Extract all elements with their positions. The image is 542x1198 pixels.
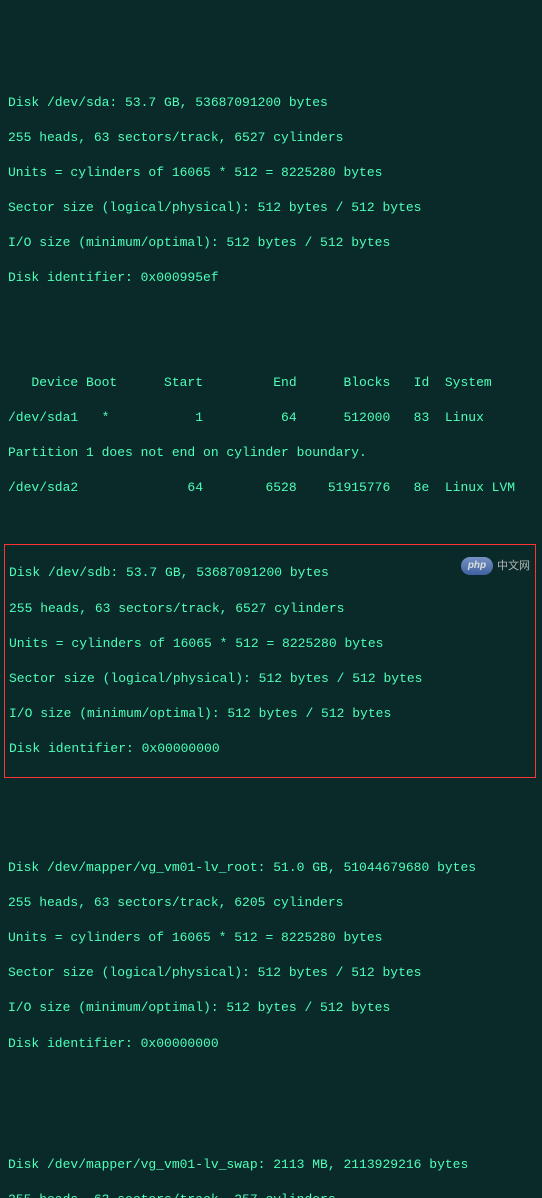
partition-row-sda1: /dev/sda1 * 1 64 512000 83 Linux — [8, 409, 534, 427]
watermark-text: 中文网 — [497, 559, 530, 574]
disk-sda-io-size: I/O size (minimum/optimal): 512 bytes / … — [8, 234, 534, 252]
disk-lvroot-geometry: 255 heads, 63 sectors/track, 6205 cylind… — [8, 894, 534, 912]
disk-lvroot-io-size: I/O size (minimum/optimal): 512 bytes / … — [8, 999, 534, 1017]
watermark: php 中文网 — [461, 557, 530, 575]
disk-lvroot-header: Disk /dev/mapper/vg_vm01-lv_root: 51.0 G… — [8, 859, 534, 877]
disk-lvswap-header: Disk /dev/mapper/vg_vm01-lv_swap: 2113 M… — [8, 1156, 534, 1174]
disk-sdb-identifier: Disk identifier: 0x00000000 — [9, 740, 535, 758]
partition-boundary-warning: Partition 1 does not end on cylinder bou… — [8, 444, 534, 462]
disk-sdb-geometry: 255 heads, 63 sectors/track, 6527 cylind… — [9, 600, 535, 618]
php-logo-icon: php — [461, 557, 493, 575]
disk-sdb-header: Disk /dev/sdb: 53.7 GB, 53687091200 byte… — [9, 564, 535, 582]
disk-sda-units: Units = cylinders of 16065 * 512 = 82252… — [8, 164, 534, 182]
disk-sda-geometry: 255 heads, 63 sectors/track, 6527 cylind… — [8, 129, 534, 147]
disk-lvswap-geometry: 255 heads, 63 sectors/track, 257 cylinde… — [8, 1191, 534, 1198]
partition-table: Device Boot Start End Blocks Id System /… — [8, 356, 534, 514]
disk-sda-sector-size: Sector size (logical/physical): 512 byte… — [8, 199, 534, 217]
partition-table-header: Device Boot Start End Blocks Id System — [8, 374, 534, 392]
disk-sda-header: Disk /dev/sda: 53.7 GB, 53687091200 byte… — [8, 94, 534, 112]
disk-lvroot-block: Disk /dev/mapper/vg_vm01-lv_root: 51.0 G… — [8, 842, 534, 1070]
highlighted-disk-sdb: Disk /dev/sdb: 53.7 GB, 53687091200 byte… — [4, 544, 536, 778]
disk-lvroot-sector-size: Sector size (logical/physical): 512 byte… — [8, 964, 534, 982]
disk-sdb-io-size: I/O size (minimum/optimal): 512 bytes / … — [9, 705, 535, 723]
disk-sdb-units: Units = cylinders of 16065 * 512 = 82252… — [9, 635, 535, 653]
disk-lvroot-identifier: Disk identifier: 0x00000000 — [8, 1035, 534, 1053]
disk-lvroot-units: Units = cylinders of 16065 * 512 = 82252… — [8, 929, 534, 947]
partition-row-sda2: /dev/sda2 64 6528 51915776 8e Linux LVM — [8, 479, 534, 497]
disk-sdb-sector-size: Sector size (logical/physical): 512 byte… — [9, 670, 535, 688]
disk-sda-identifier: Disk identifier: 0x000995ef — [8, 269, 534, 287]
disk-lvswap-block: Disk /dev/mapper/vg_vm01-lv_swap: 2113 M… — [8, 1139, 534, 1198]
disk-sda-block: Disk /dev/sda: 53.7 GB, 53687091200 byte… — [8, 76, 534, 304]
